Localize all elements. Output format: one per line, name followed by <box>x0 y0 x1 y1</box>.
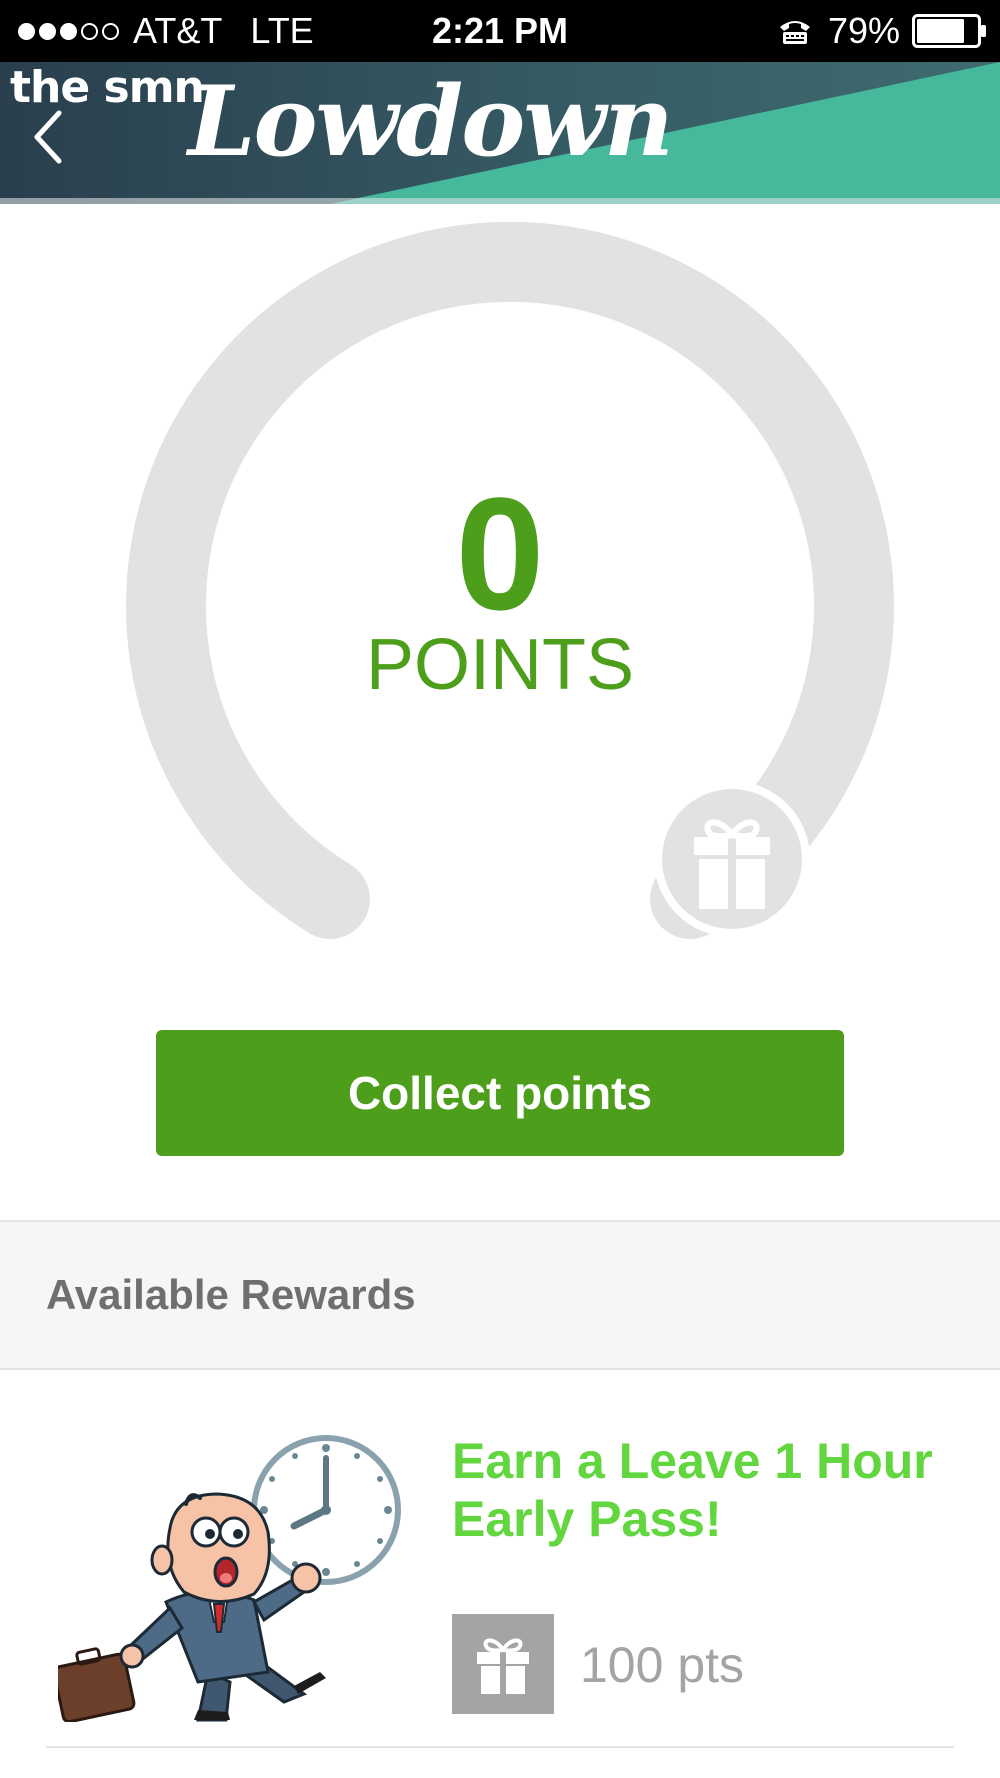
points-label: POINTS <box>365 625 635 705</box>
gift-badge[interactable] <box>652 779 812 939</box>
reward-points-cost: 100 pts <box>580 1637 745 1693</box>
collect-points-button[interactable]: Collect points <box>156 1030 844 1156</box>
points-value: 0 <box>455 464 545 643</box>
divider <box>46 1746 954 1748</box>
reward-gift-icon-box <box>452 1614 554 1714</box>
app-header: the smn Lowdown <box>0 62 1000 204</box>
businessman-running-late-illustration <box>58 1435 401 1722</box>
gift-icon <box>654 781 810 937</box>
battery-percent: 79% <box>827 10 900 51</box>
back-button[interactable] <box>22 102 72 172</box>
tty-phone-icon <box>778 17 812 45</box>
reward-item[interactable]: Earn a Leave 1 Hour Early Pass! 100 pts <box>0 1372 1000 1778</box>
gift-icon <box>477 1638 529 1694</box>
brand-name-script: Lowdown <box>188 65 674 178</box>
status-bar: AT&T LTE 2:21 PM 79% <box>0 0 1000 62</box>
status-right: 79% <box>778 8 988 54</box>
battery-icon <box>912 14 988 48</box>
points-gauge: 0 POINTS <box>0 204 1000 964</box>
rewards-section-title: Available Rewards <box>46 1271 416 1318</box>
rewards-section-header: Available Rewards <box>0 1220 1000 1370</box>
chevron-left-icon <box>34 110 62 164</box>
reward-title: Earn a Leave 1 Hour Early Pass! <box>452 1433 933 1547</box>
